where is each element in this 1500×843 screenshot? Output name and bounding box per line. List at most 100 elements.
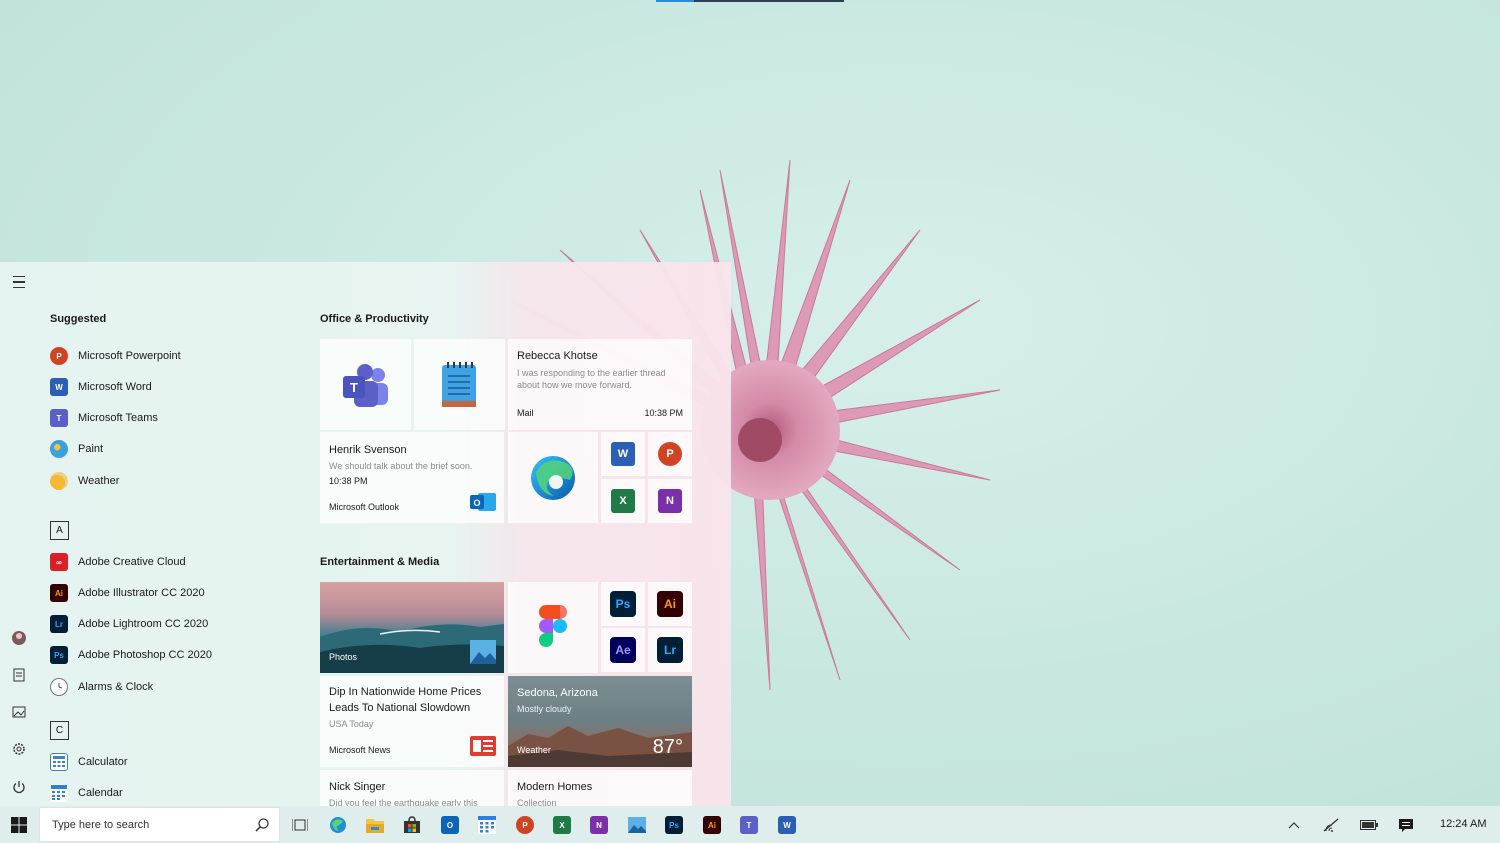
hamburger-menu-icon[interactable]: [9, 272, 29, 292]
tile-news[interactable]: Dip In Nationwide Home Prices Leads To N…: [320, 676, 504, 767]
tile-after-effects[interactable]: Ae: [601, 628, 645, 672]
tile-word[interactable]: W: [601, 432, 645, 476]
lightroom-icon: Lr: [50, 615, 68, 633]
taskbar-search-box[interactable]: Type here to search: [39, 807, 280, 842]
app-weather[interactable]: Weather: [50, 469, 119, 493]
word-icon: W: [50, 378, 68, 396]
photoshop-icon: Ps: [665, 816, 683, 834]
app-label: Adobe Illustrator CC 2020: [78, 587, 205, 599]
tile-photos[interactable]: Photos: [320, 582, 504, 673]
tile-powerpoint[interactable]: P: [648, 432, 692, 476]
search-placeholder: Type here to search: [52, 819, 150, 831]
user-avatar[interactable]: [9, 628, 29, 648]
teams-icon: T: [740, 816, 758, 834]
illustrator-icon: Ai: [703, 816, 721, 834]
start-button[interactable]: [0, 806, 38, 843]
app-photoshop[interactable]: Ps Adobe Photoshop CC 2020: [50, 643, 212, 667]
app-powerpoint[interactable]: P Microsoft Powerpoint: [50, 344, 181, 368]
taskbar: Type here to search O P X N Ps Ai T W 12…: [0, 806, 1500, 843]
tile-modern-homes[interactable]: Modern Homes Collection: [508, 770, 692, 806]
mail-app-name: Mail: [517, 408, 534, 418]
app-word[interactable]: W Microsoft Word: [50, 375, 152, 399]
edge-icon: [330, 817, 346, 833]
taskbar-outlook[interactable]: O: [439, 814, 461, 836]
illustrator-icon: Ai: [657, 591, 683, 617]
tile-outlook[interactable]: Henrik Svenson We should talk about the …: [320, 432, 504, 523]
app-label: Adobe Photoshop CC 2020: [78, 649, 212, 661]
taskbar-photoshop[interactable]: Ps: [663, 814, 685, 836]
taskbar-illustrator[interactable]: Ai: [701, 814, 723, 836]
tile-weather[interactable]: Sedona, Arizona Mostly cloudy Weather 87…: [508, 676, 692, 767]
outlook-sender: Henrik Svenson: [329, 444, 407, 456]
lightroom-icon: Lr: [657, 637, 683, 663]
powerpoint-icon: P: [50, 347, 68, 365]
action-center-button[interactable]: [1395, 814, 1417, 836]
taskbar-clock[interactable]: 12:24 AM: [1440, 818, 1486, 830]
app-paint[interactable]: Paint: [50, 437, 103, 461]
taskbar-calendar[interactable]: [476, 814, 498, 836]
tile-photoshop[interactable]: Ps: [601, 582, 645, 626]
tile-notepad[interactable]: [414, 339, 505, 430]
app-label: Weather: [78, 475, 120, 487]
suggested-title: Suggested: [50, 313, 107, 325]
calculator-icon: [50, 753, 68, 771]
documents-icon[interactable]: [9, 665, 29, 685]
news-headline-line2: Leads To National Slowdown: [329, 702, 471, 714]
app-illustrator[interactable]: Ai Adobe Illustrator CC 2020: [50, 581, 205, 605]
nick-preview: Did you feel the earthquake early this: [329, 798, 478, 806]
mail-preview: I was responding to the earlier thread a…: [517, 368, 666, 390]
taskbar-powerpoint[interactable]: P: [514, 814, 536, 836]
tile-lightroom[interactable]: Lr: [648, 628, 692, 672]
tile-edge[interactable]: [508, 432, 598, 523]
app-label: Calendar: [78, 787, 123, 799]
app-calendar[interactable]: Calendar: [50, 781, 123, 805]
settings-gear-icon[interactable]: [9, 739, 29, 759]
calendar-icon: [478, 816, 496, 834]
taskbar-word[interactable]: W: [776, 814, 798, 836]
task-view-button[interactable]: [289, 814, 311, 836]
teams-icon: T: [343, 364, 388, 407]
windows-logo-icon: [11, 816, 27, 833]
after-effects-icon: Ae: [610, 637, 636, 663]
app-calculator[interactable]: Calculator: [50, 750, 128, 774]
letter-header-c[interactable]: C: [50, 721, 69, 740]
onenote-icon: N: [590, 816, 608, 834]
app-lightroom[interactable]: Lr Adobe Lightroom CC 2020: [50, 612, 208, 636]
battery-button[interactable]: [1358, 814, 1380, 836]
show-hidden-icons-button[interactable]: [1283, 814, 1305, 836]
tile-mail[interactable]: Rebecca Khotse I was responding to the e…: [508, 339, 692, 430]
tile-illustrator[interactable]: Ai: [648, 582, 692, 626]
tile-excel[interactable]: X: [601, 479, 645, 523]
app-label: Alarms & Clock: [78, 681, 154, 693]
app-teams[interactable]: T Microsoft Teams: [50, 406, 158, 430]
taskbar-excel[interactable]: X: [551, 814, 573, 836]
start-left-rail: [0, 262, 38, 806]
photos-label: Photos: [329, 652, 358, 662]
letter-header-a[interactable]: A: [50, 521, 69, 540]
svg-text:T: T: [350, 380, 358, 395]
taskbar-file-explorer[interactable]: [364, 814, 386, 836]
taskbar-store[interactable]: [401, 814, 423, 836]
tile-teams[interactable]: T: [320, 339, 411, 430]
app-alarms-clock[interactable]: Alarms & Clock: [50, 675, 153, 699]
taskbar-teams[interactable]: T: [738, 814, 760, 836]
taskbar-photos[interactable]: [626, 814, 648, 836]
photoshop-icon: Ps: [610, 591, 636, 617]
app-creative-cloud[interactable]: ∞ Adobe Creative Cloud: [50, 550, 186, 574]
tile-figma[interactable]: [508, 582, 598, 673]
outlook-icon: O: [470, 493, 496, 511]
tile-nick-singer[interactable]: Nick Singer Did you feel the earthquake …: [320, 770, 504, 806]
group-title-office: Office & Productivity: [320, 313, 429, 325]
edge-icon: [531, 456, 575, 500]
excel-icon: X: [553, 816, 571, 834]
network-button[interactable]: [1320, 814, 1342, 836]
powerpoint-icon: P: [516, 816, 534, 834]
taskbar-edge[interactable]: [327, 814, 349, 836]
creative-cloud-icon: ∞: [50, 553, 68, 571]
power-icon[interactable]: [9, 777, 29, 797]
pictures-icon[interactable]: [9, 702, 29, 722]
tile-onenote[interactable]: N: [648, 479, 692, 523]
taskbar-onenote[interactable]: N: [588, 814, 610, 836]
outlook-app-name: Microsoft Outlook: [329, 502, 400, 512]
weather-icon: [50, 472, 68, 490]
